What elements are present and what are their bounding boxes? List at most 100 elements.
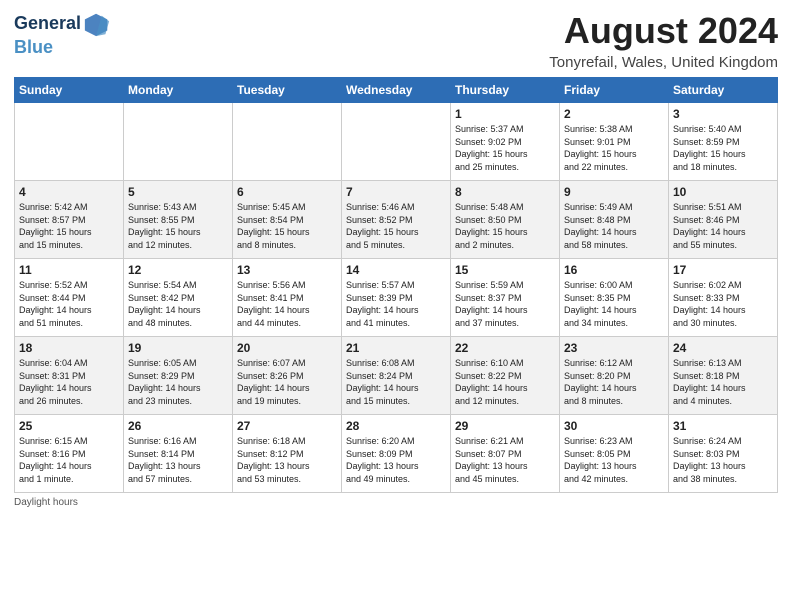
calendar-cell: 2Sunrise: 5:38 AM Sunset: 9:01 PM Daylig… [560,103,669,181]
day-number: 1 [455,107,555,121]
cell-info: Sunrise: 6:12 AM Sunset: 8:20 PM Dayligh… [564,357,664,407]
day-number: 23 [564,341,664,355]
month-year: August 2024 [549,10,778,52]
day-header: Wednesday [342,78,451,103]
calendar-header-row: SundayMondayTuesdayWednesdayThursdayFrid… [15,78,778,103]
calendar-week-row: 4 Sunrise: 5:42 AM Sunset: 8:57 PM Daylig… [15,181,778,259]
calendar-cell: 20Sunrise: 6:07 AM Sunset: 8:26 PM Dayli… [233,337,342,415]
cell-info: Sunrise: 5:46 AM Sunset: 8:52 PM Dayligh… [346,201,446,251]
calendar-cell: 17 Sunrise: 6:02 AM Sunset: 8:33 PM Dayli… [669,259,778,337]
logo-blue: Blue [14,37,53,57]
day-number: 15 [455,263,555,277]
cell-info: Sunrise: 5:52 AM Sunset: 8:44 PM Dayligh… [19,279,119,329]
day-number: 8 [455,185,555,199]
day-number: 12 [128,263,228,277]
day-number: 4 [19,185,119,199]
calendar-cell [124,103,233,181]
calendar-cell: 14 Sunrise: 5:57 AM Sunset: 8:39 PM Dayli… [342,259,451,337]
calendar-week-row: 18 Sunrise: 6:04 AM Sunset: 8:31 PM Dayli… [15,337,778,415]
cell-info: Sunrise: 6:20 AM Sunset: 8:09 PM Dayligh… [346,435,446,485]
calendar-cell: 25Sunrise: 6:15 AM Sunset: 8:16 PM Dayli… [15,415,124,493]
calendar-cell: 7 Sunrise: 5:46 AM Sunset: 8:52 PM Daylig… [342,181,451,259]
calendar-cell: 22 Sunrise: 6:10 AM Sunset: 8:22 PM Dayli… [451,337,560,415]
day-header: Sunday [15,78,124,103]
day-header: Saturday [669,78,778,103]
day-number: 27 [237,419,337,433]
cell-info: Sunrise: 6:10 AM Sunset: 8:22 PM Dayligh… [455,357,555,407]
calendar-table: SundayMondayTuesdayWednesdayThursdayFrid… [14,77,778,493]
cell-info: Sunrise: 6:16 AM Sunset: 8:14 PM Dayligh… [128,435,228,485]
day-number: 26 [128,419,228,433]
calendar-cell: 8 Sunrise: 5:48 AM Sunset: 8:50 PM Daylig… [451,181,560,259]
cell-info: Sunrise: 5:40 AM Sunset: 8:59 PM Dayligh… [673,123,773,173]
day-number: 28 [346,419,446,433]
day-number: 31 [673,419,773,433]
day-number: 6 [237,185,337,199]
cell-info: Sunrise: 5:37 AM Sunset: 9:02 PM Dayligh… [455,123,555,173]
day-number: 22 [455,341,555,355]
day-number: 16 [564,263,664,277]
calendar-cell: 28 Sunrise: 6:20 AM Sunset: 8:09 PM Dayli… [342,415,451,493]
calendar-cell: 21 Sunrise: 6:08 AM Sunset: 8:24 PM Dayli… [342,337,451,415]
calendar-cell: 13Sunrise: 5:56 AM Sunset: 8:41 PM Dayli… [233,259,342,337]
day-number: 29 [455,419,555,433]
cell-info: Sunrise: 6:23 AM Sunset: 8:05 PM Dayligh… [564,435,664,485]
calendar-cell: 23 Sunrise: 6:12 AM Sunset: 8:20 PM Dayli… [560,337,669,415]
calendar-cell: 3 Sunrise: 5:40 AM Sunset: 8:59 PM Daylig… [669,103,778,181]
cell-info: Sunrise: 5:43 AM Sunset: 8:55 PM Dayligh… [128,201,228,251]
day-number: 30 [564,419,664,433]
day-header: Thursday [451,78,560,103]
day-number: 24 [673,341,773,355]
cell-info: Sunrise: 6:13 AM Sunset: 8:18 PM Dayligh… [673,357,773,407]
cell-info: Sunrise: 5:49 AM Sunset: 8:48 PM Dayligh… [564,201,664,251]
cell-info: Sunrise: 6:08 AM Sunset: 8:24 PM Dayligh… [346,357,446,407]
day-number: 3 [673,107,773,121]
day-header: Friday [560,78,669,103]
day-number: 7 [346,185,446,199]
day-number: 20 [237,341,337,355]
cell-info: Sunrise: 5:38 AM Sunset: 9:01 PM Dayligh… [564,123,664,173]
calendar-cell: 1 Sunrise: 5:37 AM Sunset: 9:02 PM Daylig… [451,103,560,181]
day-number: 14 [346,263,446,277]
calendar-cell: 30 Sunrise: 6:23 AM Sunset: 8:05 PM Dayli… [560,415,669,493]
calendar-cell: 16 Sunrise: 6:00 AM Sunset: 8:35 PM Dayli… [560,259,669,337]
calendar-cell [342,103,451,181]
cell-info: Sunrise: 5:57 AM Sunset: 8:39 PM Dayligh… [346,279,446,329]
calendar-week-row: 25Sunrise: 6:15 AM Sunset: 8:16 PM Dayli… [15,415,778,493]
calendar-cell: 6Sunrise: 5:45 AM Sunset: 8:54 PM Daylig… [233,181,342,259]
cell-info: Sunrise: 6:00 AM Sunset: 8:35 PM Dayligh… [564,279,664,329]
calendar-cell: 18 Sunrise: 6:04 AM Sunset: 8:31 PM Dayli… [15,337,124,415]
day-number: 19 [128,341,228,355]
calendar-cell: 27 Sunrise: 6:18 AM Sunset: 8:12 PM Dayli… [233,415,342,493]
calendar-week-row: 11 Sunrise: 5:52 AM Sunset: 8:44 PM Dayli… [15,259,778,337]
calendar-cell: 12Sunrise: 5:54 AM Sunset: 8:42 PM Dayli… [124,259,233,337]
calendar-cell: 31 Sunrise: 6:24 AM Sunset: 8:03 PM Dayli… [669,415,778,493]
day-number: 11 [19,263,119,277]
calendar-cell: 9 Sunrise: 5:49 AM Sunset: 8:48 PM Daylig… [560,181,669,259]
cell-info: Sunrise: 6:24 AM Sunset: 8:03 PM Dayligh… [673,435,773,485]
day-number: 13 [237,263,337,277]
cell-info: Sunrise: 5:59 AM Sunset: 8:37 PM Dayligh… [455,279,555,329]
cell-info: Sunrise: 6:18 AM Sunset: 8:12 PM Dayligh… [237,435,337,485]
logo-text: General [14,14,81,34]
cell-info: Sunrise: 5:42 AM Sunset: 8:57 PM Dayligh… [19,201,119,251]
cell-info: Sunrise: 6:21 AM Sunset: 8:07 PM Dayligh… [455,435,555,485]
day-number: 17 [673,263,773,277]
day-number: 18 [19,341,119,355]
day-number: 21 [346,341,446,355]
header: General Blue August 2024 Tonyrefail, Wal… [14,10,778,71]
calendar-cell [233,103,342,181]
day-number: 9 [564,185,664,199]
day-number: 5 [128,185,228,199]
logo: General Blue [14,10,111,58]
day-header: Tuesday [233,78,342,103]
cell-info: Sunrise: 5:48 AM Sunset: 8:50 PM Dayligh… [455,201,555,251]
calendar-cell: 29 Sunrise: 6:21 AM Sunset: 8:07 PM Dayli… [451,415,560,493]
day-number: 10 [673,185,773,199]
day-header: Monday [124,78,233,103]
cell-info: Sunrise: 6:04 AM Sunset: 8:31 PM Dayligh… [19,357,119,407]
main-container: General Blue August 2024 Tonyrefail, Wal… [0,0,792,516]
calendar-cell: 11 Sunrise: 5:52 AM Sunset: 8:44 PM Dayli… [15,259,124,337]
calendar-cell: 24 Sunrise: 6:13 AM Sunset: 8:18 PM Dayli… [669,337,778,415]
cell-info: Sunrise: 6:02 AM Sunset: 8:33 PM Dayligh… [673,279,773,329]
